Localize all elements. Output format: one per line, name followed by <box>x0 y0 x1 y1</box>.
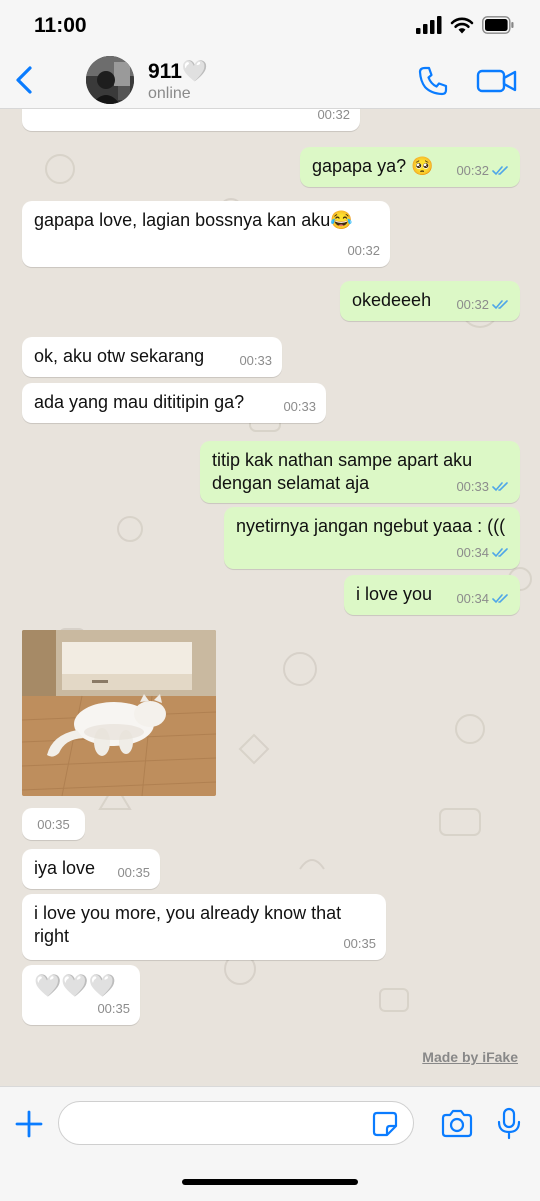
message-bubble-incoming[interactable]: 🤍🤍🤍 00:35 <box>22 965 140 1025</box>
message-text: gapapa love, lagian bossnya kan aku😂 <box>34 210 353 230</box>
status-bar: 11:00 <box>0 0 540 52</box>
message-bubble-outgoing[interactable]: gapapa ya? 🥺 00:32 <box>300 147 520 187</box>
message-text: nyetirnya jangan ngebut yaaa : ((( <box>236 516 506 536</box>
message-bubble-incoming[interactable]: 00:35 <box>22 808 85 840</box>
message-meta: 00:32 <box>347 239 380 262</box>
home-indicator <box>182 1179 358 1185</box>
message-time: 00:34 <box>456 545 489 560</box>
phone-icon <box>418 66 448 96</box>
voice-call-button[interactable] <box>416 64 450 98</box>
contact-avatar[interactable] <box>86 56 134 104</box>
message-time: 00:35 <box>37 816 70 832</box>
message-time: 00:35 <box>97 1001 130 1016</box>
message-meta: 00:35 <box>343 932 376 955</box>
back-chevron-icon <box>16 66 32 94</box>
message-meta: 00:35 <box>97 997 130 1020</box>
status-time: 11:00 <box>34 14 87 37</box>
attach-button[interactable] <box>14 1109 44 1139</box>
message-meta: 00:32 <box>317 109 350 126</box>
message-time: 00:33 <box>283 399 316 414</box>
signal-icon <box>416 16 442 34</box>
sticker-button[interactable] <box>372 1111 398 1137</box>
input-bar <box>0 1086 540 1201</box>
message-time: 00:35 <box>343 936 376 951</box>
message-meta: 00:35 <box>117 861 150 884</box>
message-meta: 00:33 <box>239 349 272 372</box>
message-text: ok, aku otw sekarang <box>34 346 205 366</box>
camera-icon <box>441 1109 473 1138</box>
message-meta: 00:34 <box>456 587 510 610</box>
chat-header: 911🤍 online <box>0 52 540 109</box>
message-bubble-incoming[interactable]: gapapa love, lagian bossnya kan aku😂 00:… <box>22 201 390 267</box>
contact-status: online <box>148 85 191 102</box>
message-meta: 00:33 <box>456 475 510 498</box>
message-text: ada yang mau dititipin ga? <box>34 392 245 412</box>
contact-name[interactable]: 911🤍 <box>148 60 208 84</box>
battery-icon <box>482 16 514 34</box>
message-bubble-outgoing[interactable]: okedeeeh 00:32 <box>340 281 520 321</box>
message-time: 00:32 <box>347 243 380 258</box>
photo-message[interactable] <box>22 630 216 796</box>
message-time: 00:33 <box>239 353 272 368</box>
message-time: 00:35 <box>117 865 150 880</box>
message-meta: 00:33 <box>283 395 316 418</box>
sticker-icon <box>372 1111 398 1137</box>
microphone-button[interactable] <box>496 1107 522 1141</box>
video-camera-icon <box>476 69 517 93</box>
microphone-icon <box>497 1107 521 1140</box>
message-text: i love you more, you already know that r… <box>34 903 347 946</box>
plus-icon <box>15 1110 43 1138</box>
message-bubble-outgoing[interactable]: nyetirnya jangan ngebut yaaa : ((( 00:34 <box>224 507 520 569</box>
wifi-icon <box>450 17 474 34</box>
read-receipt-icon <box>492 300 508 310</box>
message-bubble-incoming[interactable]: ok, aku otw sekarang 00:33 <box>22 337 282 377</box>
back-button[interactable] <box>10 62 40 98</box>
message-bubble-outgoing[interactable]: i love you 00:34 <box>344 575 520 615</box>
message-time: 00:32 <box>456 297 489 312</box>
read-receipt-icon <box>492 548 508 558</box>
read-receipt-icon <box>492 166 508 176</box>
video-call-button[interactable] <box>476 66 518 96</box>
message-meta: 00:34 <box>456 541 510 564</box>
message-bubble-incoming[interactable]: 00:32 <box>22 109 360 131</box>
status-icons <box>416 16 514 34</box>
message-bubble-incoming[interactable]: i love you more, you already know that r… <box>22 894 386 960</box>
message-bubble-incoming[interactable]: ada yang mau dititipin ga? 00:33 <box>22 383 326 423</box>
avatar-photo <box>86 56 134 104</box>
message-meta: 00:32 <box>456 293 510 316</box>
read-receipt-icon <box>492 482 508 492</box>
message-time: 00:32 <box>456 163 489 178</box>
message-time: 00:33 <box>456 479 489 494</box>
read-receipt-icon <box>492 594 508 604</box>
message-time: 00:32 <box>317 109 350 122</box>
message-text: 🤍🤍🤍 <box>34 973 117 998</box>
message-input[interactable] <box>58 1101 414 1145</box>
message-meta: 00:32 <box>456 159 510 182</box>
message-bubble-incoming[interactable]: iya love 00:35 <box>22 849 160 889</box>
message-time: 00:34 <box>456 591 489 606</box>
camera-button[interactable] <box>440 1109 474 1139</box>
chat-area[interactable]: 00:32 gapapa ya? 🥺 00:32 gapapa love, la… <box>0 109 540 1086</box>
message-bubble-outgoing[interactable]: titip kak nathan sampe apart aku dengan … <box>200 441 520 503</box>
watermark-link[interactable]: Made by iFake <box>422 1049 518 1065</box>
cat-photo <box>22 630 216 796</box>
